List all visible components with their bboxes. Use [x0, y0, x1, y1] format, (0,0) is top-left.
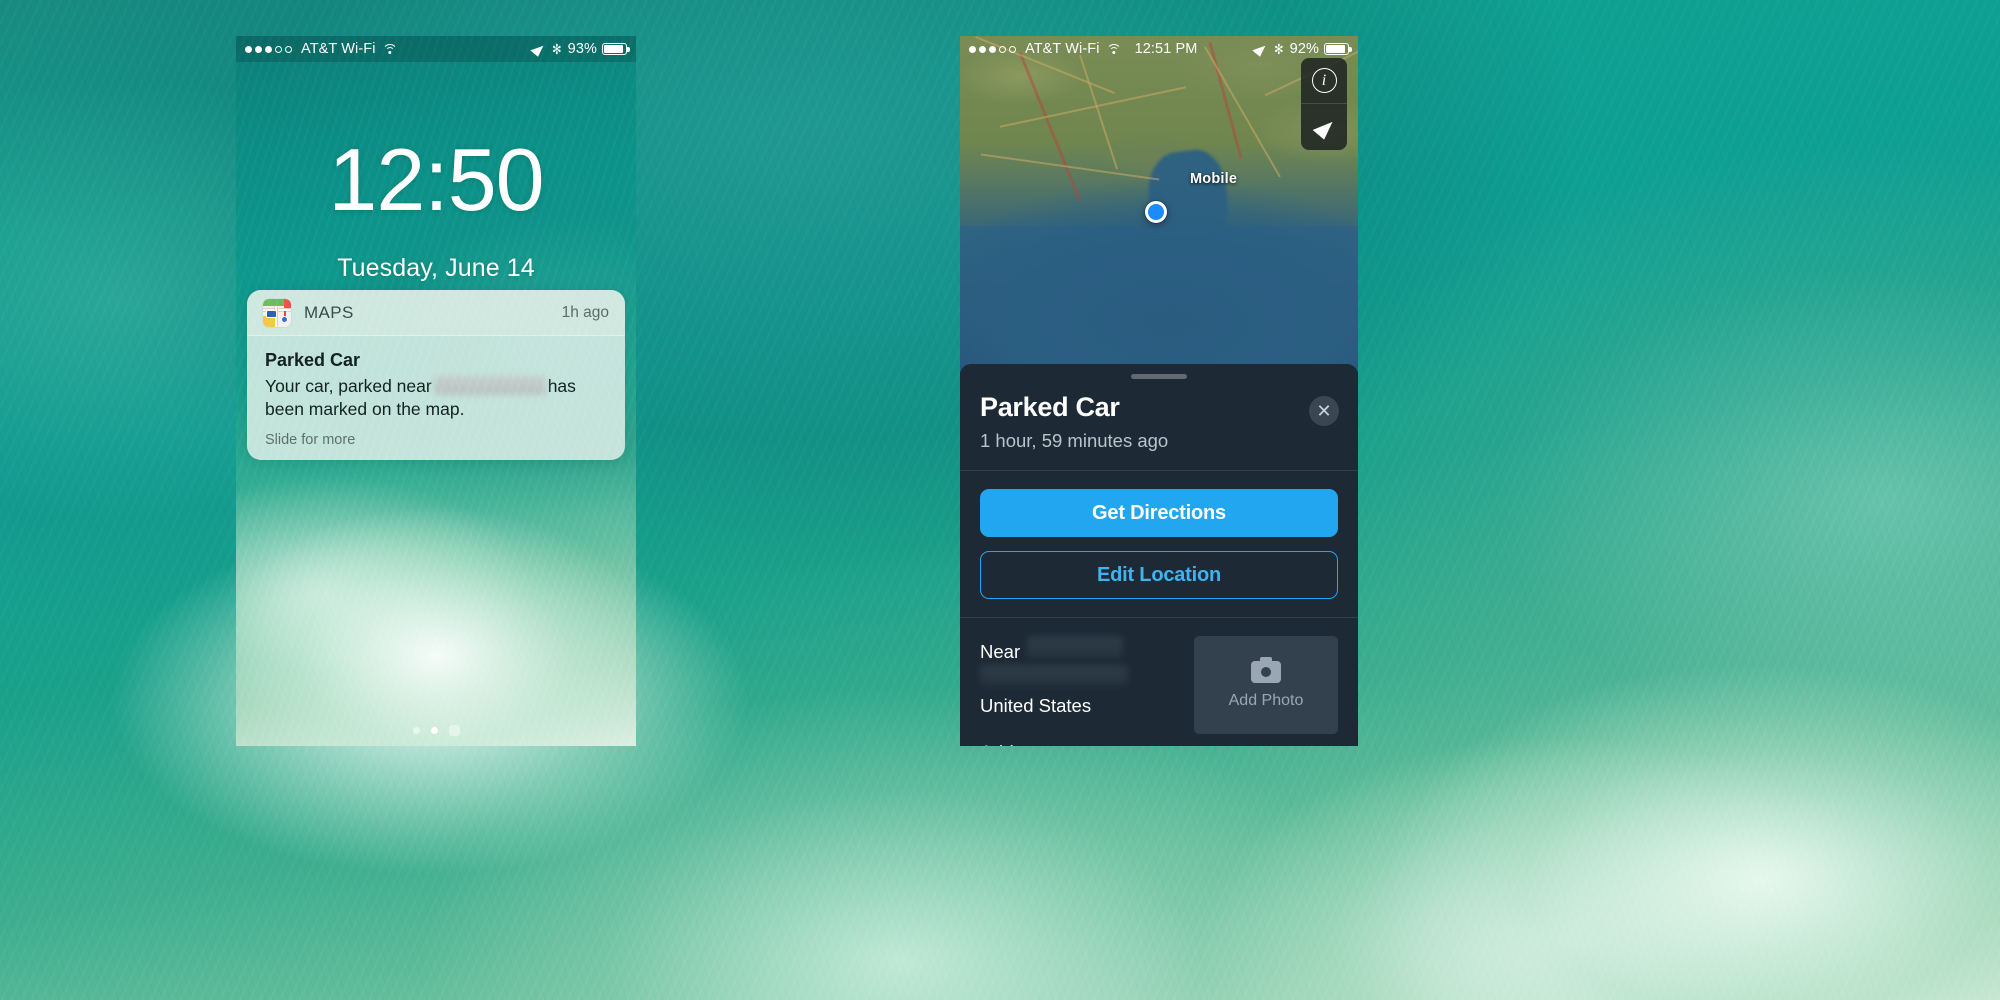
parked-car-card: Parked Car 1 hour, 59 minutes ago ✕ Get … [960, 364, 1358, 746]
carrier-label: AT&T Wi-Fi [1025, 41, 1100, 57]
maps-notification-card[interactable]: MAPS 1h ago Parked Car Your car, parked … [247, 290, 625, 460]
map-controls: i [1301, 58, 1347, 150]
add-note-field[interactable]: Add a note [980, 743, 1338, 746]
camera-shortcut-icon[interactable] [448, 725, 460, 736]
locate-arrow-icon [1312, 114, 1336, 140]
right-status-bar: AT&T Wi-Fi 12:51 PM ✻ 92% [960, 36, 1358, 62]
add-photo-button[interactable]: Add Photo [1194, 636, 1338, 734]
status-bar-right: ✻ 92% [1252, 41, 1352, 57]
battery-percent-label: 93% [567, 41, 597, 57]
map-info-button[interactable]: i [1301, 58, 1347, 104]
notification-app-name: MAPS [304, 302, 354, 322]
maps-app-icon [263, 298, 291, 327]
card-actions: Get Directions Edit Location [960, 471, 1358, 617]
satellite-map[interactable]: Mobile i [960, 36, 1358, 372]
add-photo-label: Add Photo [1228, 691, 1304, 709]
bluetooth-icon: ✻ [552, 41, 562, 57]
lock-screen-clock: 12:50 [328, 130, 544, 229]
get-directions-button[interactable]: Get Directions [980, 489, 1338, 537]
notification-message: Your car, parked near has been marked on … [265, 375, 607, 422]
card-subtitle-time: 1 hour, 59 minutes ago [980, 430, 1169, 451]
page-dot-2-active[interactable] [430, 727, 438, 734]
near-label: Near [980, 641, 1021, 662]
map-place-label-mobile: Mobile [1190, 171, 1238, 187]
user-location-dot[interactable] [1145, 201, 1167, 223]
lock-screen-date: Tuesday, June 14 [337, 254, 535, 282]
camera-icon [1251, 656, 1281, 683]
signal-strength-dots [245, 45, 292, 53]
notification-header: MAPS 1h ago [247, 290, 625, 336]
battery-icon [602, 43, 630, 55]
page-dot-1[interactable] [412, 727, 420, 734]
notification-message-part1: Your car, parked near [265, 376, 432, 396]
close-icon[interactable]: ✕ [1309, 396, 1339, 426]
wifi-icon [382, 43, 398, 55]
carrier-label: AT&T Wi-Fi [301, 41, 376, 57]
wifi-icon [1106, 43, 1122, 55]
card-title: Parked Car [980, 392, 1120, 422]
signal-strength-dots [969, 45, 1016, 53]
status-bar-left: AT&T Wi-Fi 12:51 PM [969, 41, 1197, 57]
edit-location-button[interactable]: Edit Location [980, 551, 1338, 599]
status-bar-left: AT&T Wi-Fi [245, 41, 398, 57]
left-phone-lock-screen: AT&T Wi-Fi ✻ 93% 12:50 Tuesday, June 14 … [236, 36, 636, 746]
left-status-bar: AT&T Wi-Fi ✻ 93% [236, 36, 636, 62]
location-arrow-icon [1252, 41, 1268, 57]
notification-slide-hint: Slide for more [265, 431, 356, 448]
battery-icon [1324, 43, 1352, 55]
card-location-info: Near United States Add a note Add Photo [960, 618, 1358, 746]
battery-percent-label: 92% [1289, 41, 1319, 57]
redacted-address-block [1027, 636, 1124, 658]
redacted-address-block-2 [980, 665, 1128, 685]
card-header: Parked Car 1 hour, 59 minutes ago ✕ [960, 364, 1358, 470]
info-circle-icon: i [1311, 68, 1337, 93]
lock-screen-page-dots [236, 725, 636, 736]
notification-title: Parked Car [265, 350, 361, 370]
right-phone-maps-app: Mobile i AT&T Wi-Fi 12:51 PM ✻ 92% Parke… [960, 36, 1358, 746]
notification-timestamp: 1h ago [561, 303, 609, 321]
map-locate-button[interactable] [1301, 104, 1347, 150]
notification-body: Parked Car Your car, parked near has been… [247, 336, 625, 460]
location-arrow-icon [530, 41, 546, 57]
bluetooth-icon: ✻ [1274, 41, 1284, 57]
redacted-location-block [433, 376, 546, 395]
status-bar-right: ✻ 93% [530, 41, 630, 57]
status-bar-time: 12:51 PM [1134, 41, 1198, 57]
